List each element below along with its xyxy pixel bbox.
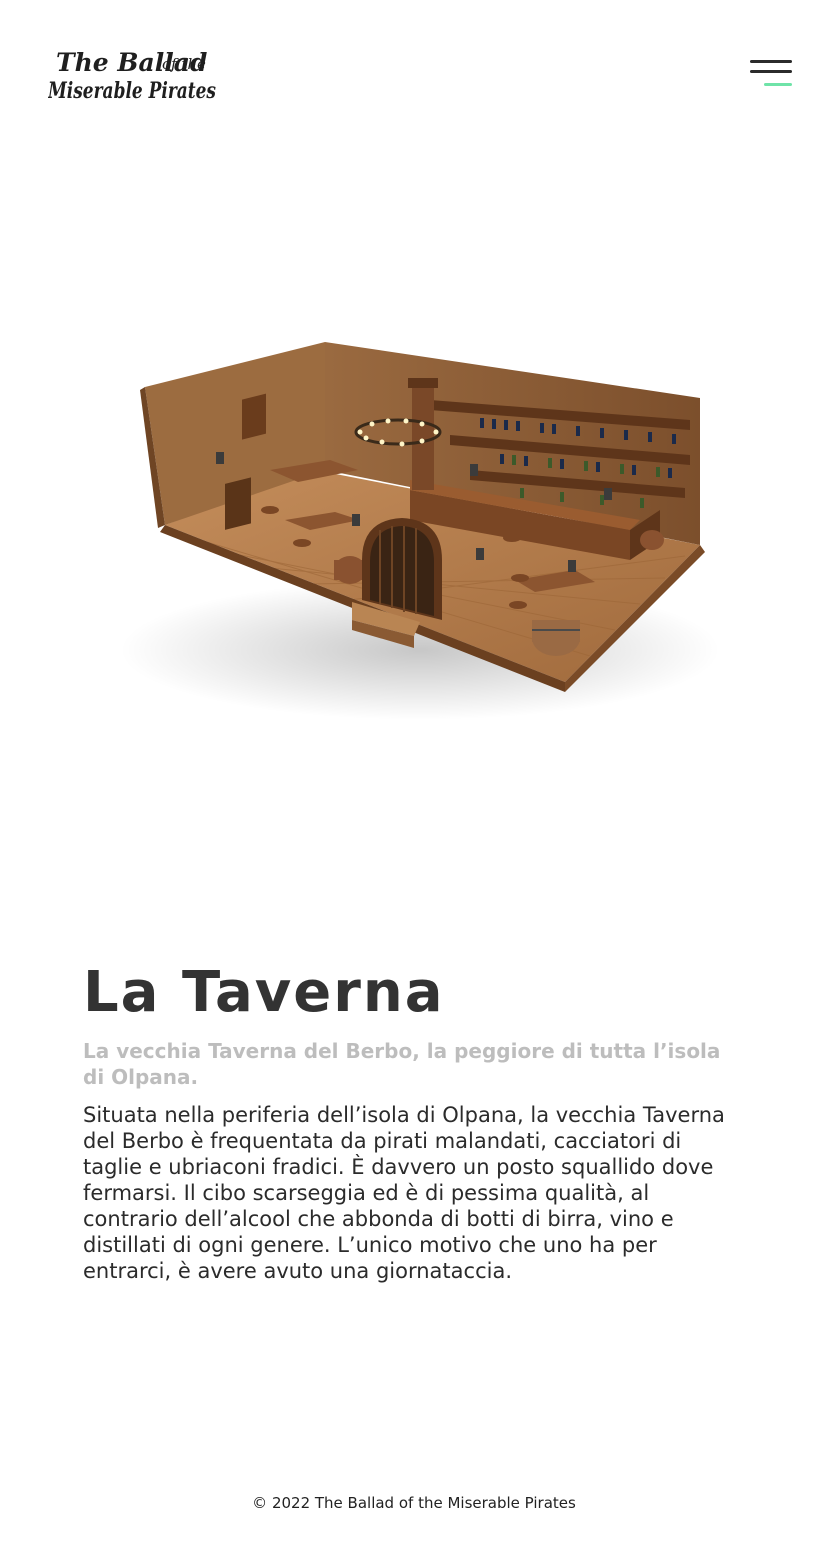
- tavern-isometric-image: [120, 342, 720, 720]
- page-title: La Taverna: [83, 960, 445, 1025]
- logo-line2: Miserable Pirates: [48, 78, 216, 104]
- hamburger-menu-icon: [750, 60, 792, 63]
- page-subtitle: La vecchia Taverna del Berbo, la peggior…: [83, 1039, 721, 1089]
- logo-of-the: of the: [162, 55, 206, 73]
- site-footer: © 2022 The Ballad of the Miserable Pirat…: [0, 1494, 828, 1512]
- hamburger-menu-icon-bar: [750, 70, 792, 73]
- copyright-text: © 2022 The Ballad of the Miserable Pirat…: [252, 1494, 576, 1512]
- hamburger-menu-accent-bar: [764, 83, 792, 86]
- menu-button[interactable]: [746, 58, 796, 92]
- main-content: La Taverna La vecchia Taverna del Berbo,…: [83, 960, 743, 1284]
- tavern-illustration: [120, 320, 720, 730]
- logo-wordmark: The Ballad of the Miserable Pirates: [48, 48, 216, 104]
- site-logo[interactable]: The Ballad of the Miserable Pirates: [48, 44, 220, 104]
- page-description: Situata nella periferia dell’isola di Ol…: [83, 1103, 725, 1283]
- site-header: The Ballad of the Miserable Pirates: [0, 0, 828, 130]
